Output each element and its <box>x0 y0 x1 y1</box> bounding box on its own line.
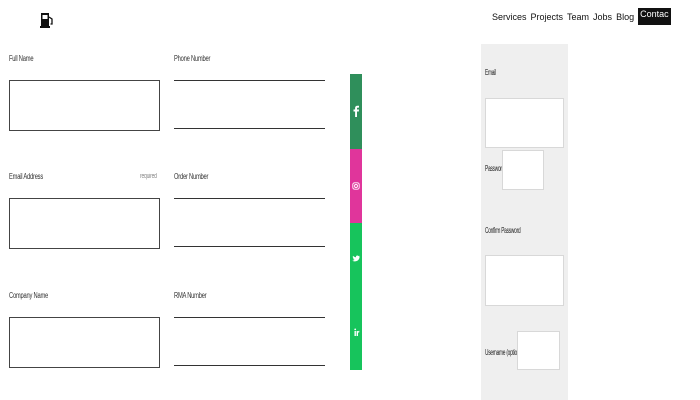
email-required-label: required <box>140 173 157 180</box>
full-name-label: Full Name <box>9 54 34 63</box>
linkedin-icon <box>354 328 360 336</box>
panel-email-label: Email <box>485 68 496 77</box>
panel-confirm-field[interactable] <box>485 255 564 306</box>
nav-projects[interactable]: Projects <box>531 12 564 22</box>
order-label: Order Number <box>174 172 209 181</box>
panel-username-field[interactable] <box>517 331 560 370</box>
email-field[interactable] <box>9 198 160 249</box>
signup-panel: Email Password Confirm Password Username… <box>481 44 568 400</box>
phone-label: Phone Number <box>174 54 211 63</box>
facebook-button[interactable] <box>350 74 362 149</box>
panel-password-field[interactable] <box>502 150 544 190</box>
rma-field[interactable] <box>174 317 325 366</box>
company-label: Company Name <box>9 291 49 300</box>
twitter-button[interactable] <box>350 223 362 296</box>
nav-contact[interactable]: Contac <box>638 8 671 25</box>
panel-email-field[interactable] <box>485 98 564 148</box>
twitter-icon <box>352 255 360 262</box>
full-name-field[interactable] <box>9 80 160 131</box>
facebook-icon <box>353 105 359 117</box>
phone-field[interactable] <box>174 80 325 129</box>
nav-jobs[interactable]: Jobs <box>593 12 612 22</box>
panel-confirm-label: Confirm Password <box>485 226 521 235</box>
instagram-button[interactable] <box>350 149 362 223</box>
rma-label: RMA Number <box>174 291 207 300</box>
linkedin-button[interactable] <box>350 296 362 370</box>
nav-services[interactable]: Services <box>492 12 527 22</box>
fuel-pump-icon[interactable] <box>40 11 54 29</box>
top-nav: Services Projects Team Jobs Blog Contac <box>492 8 671 25</box>
instagram-icon <box>352 182 360 190</box>
order-field[interactable] <box>174 198 325 247</box>
nav-team[interactable]: Team <box>567 12 589 22</box>
email-label: Email Address <box>9 172 44 181</box>
company-field[interactable] <box>9 317 160 368</box>
nav-blog[interactable]: Blog <box>616 12 634 22</box>
